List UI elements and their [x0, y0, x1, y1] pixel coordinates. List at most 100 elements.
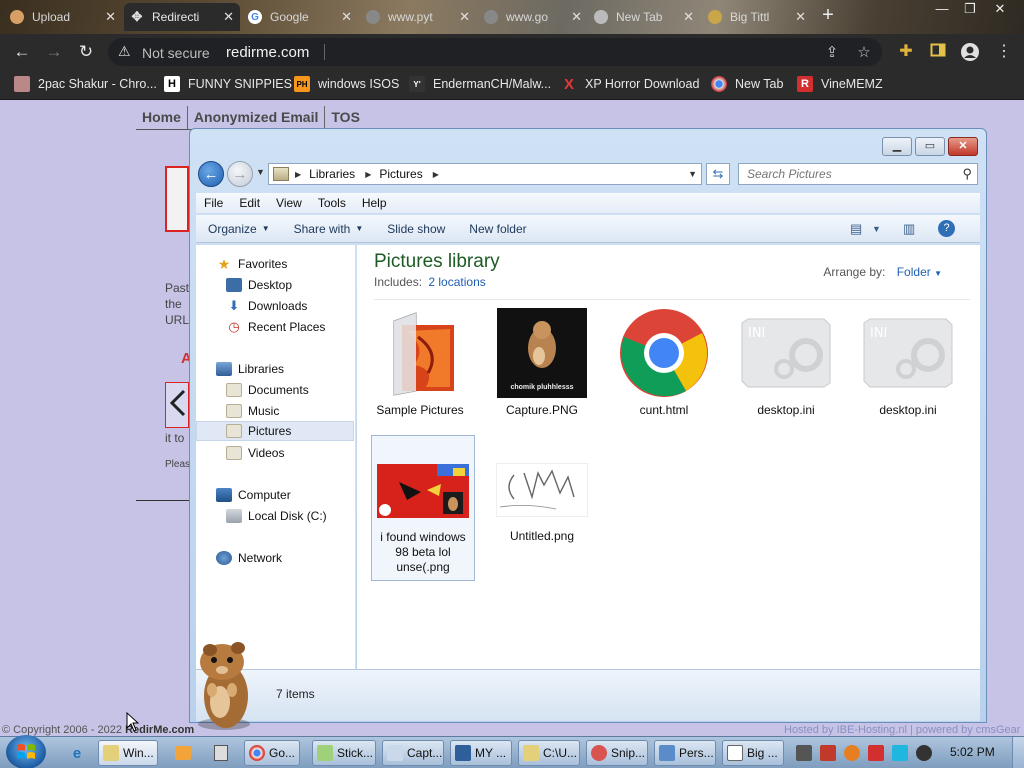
- nav-network[interactable]: Network: [216, 548, 282, 568]
- tab-newtab[interactable]: New Tab ✕: [588, 3, 700, 31]
- locations-link[interactable]: 2 locations: [428, 275, 485, 289]
- file-untitled-png[interactable]: Untitled.png: [490, 435, 594, 544]
- view-icon[interactable]: ▤: [850, 221, 862, 237]
- tray-volume-icon[interactable]: [916, 745, 932, 761]
- restore-icon[interactable]: ❐: [956, 0, 984, 20]
- nav-local-disk[interactable]: Local Disk (C:): [226, 506, 327, 526]
- nav-anonymized-email[interactable]: Anonymized Email: [188, 106, 326, 129]
- menu-file[interactable]: File: [196, 196, 231, 210]
- address-bar[interactable]: ⚠ Not secure redirme.com ⇪ ☆: [108, 38, 882, 66]
- start-button[interactable]: [6, 735, 46, 768]
- search-input[interactable]: [747, 164, 947, 184]
- file-sample-pictures[interactable]: Sample Pictures: [368, 305, 472, 418]
- back-icon[interactable]: ←: [10, 40, 34, 64]
- close-icon[interactable]: ✕: [341, 9, 352, 25]
- sidepanel-icon[interactable]: [928, 42, 948, 62]
- chevron-down-icon[interactable]: ▼: [872, 224, 881, 234]
- close-icon[interactable]: ✕: [571, 9, 582, 25]
- tab-big[interactable]: Big Tittl ✕: [702, 3, 812, 31]
- calculator-icon[interactable]: [208, 740, 234, 766]
- profile-icon[interactable]: [960, 42, 980, 62]
- taskbar-personalize[interactable]: Pers...: [654, 740, 716, 766]
- back-icon[interactable]: ←: [198, 161, 224, 187]
- minimize-icon[interactable]: ▁: [882, 137, 912, 156]
- forward-icon[interactable]: →: [227, 161, 253, 187]
- breadcrumb-libraries[interactable]: Libraries: [309, 167, 355, 181]
- close-icon[interactable]: ✕: [105, 9, 116, 25]
- warning-icon[interactable]: ⚠: [118, 43, 131, 60]
- internet-explorer-icon[interactable]: e: [64, 740, 90, 766]
- close-icon[interactable]: ✕: [795, 9, 806, 25]
- search-icon[interactable]: ⚲: [962, 166, 972, 182]
- file-windows98-png[interactable]: i found windows 98 beta lol unse(.png: [371, 435, 475, 581]
- reload-icon[interactable]: ↻: [74, 40, 98, 64]
- file-desktop-ini[interactable]: INI desktop.ini: [856, 305, 960, 418]
- nav-documents[interactable]: Documents: [226, 380, 309, 400]
- chevron-right-icon[interactable]: ▶: [365, 170, 371, 179]
- bookmark-funny-snippies[interactable]: H FUNNY SNIPPIES: [164, 76, 292, 92]
- tray-app-icon[interactable]: [796, 745, 812, 761]
- extensions-icon[interactable]: ✚: [896, 42, 916, 62]
- help-icon[interactable]: ?: [938, 220, 955, 237]
- taskbar-cmd[interactable]: C:\U...: [518, 740, 580, 766]
- bookmark-xp-horror[interactable]: X XP Horror Download: [561, 76, 699, 93]
- new-folder-button[interactable]: New folder: [457, 222, 538, 236]
- taskbar-sticky-notes[interactable]: Stick...: [312, 740, 376, 766]
- menu-view[interactable]: View: [268, 196, 310, 210]
- nav-libraries[interactable]: Libraries: [216, 359, 284, 379]
- bookmark-vinememz[interactable]: R VineMEMZ: [797, 76, 883, 92]
- menu-help[interactable]: Help: [354, 196, 395, 210]
- tray-search-icon[interactable]: [844, 745, 860, 761]
- tab-upload[interactable]: Upload ✕: [4, 3, 122, 31]
- share-icon[interactable]: ⇪: [824, 45, 840, 61]
- nav-recent-places[interactable]: ◷ Recent Places: [226, 317, 325, 337]
- chevron-right-icon[interactable]: ▶: [295, 170, 301, 179]
- slide-show-button[interactable]: Slide show: [375, 222, 457, 236]
- file-desktop-ini[interactable]: INI desktop.ini: [734, 305, 838, 418]
- nav-videos[interactable]: Videos: [226, 443, 284, 463]
- close-icon[interactable]: ✕: [459, 9, 470, 25]
- media-player-icon[interactable]: [170, 740, 196, 766]
- taskbar-mail[interactable]: MY ...: [450, 740, 512, 766]
- close-icon[interactable]: ✕: [948, 137, 978, 156]
- new-tab-button[interactable]: +: [818, 4, 838, 28]
- menu-edit[interactable]: Edit: [231, 196, 268, 210]
- close-icon[interactable]: ✕: [683, 9, 694, 25]
- recent-pages-icon[interactable]: ▼: [256, 167, 265, 177]
- nav-downloads[interactable]: ⬇ Downloads: [226, 296, 308, 316]
- tray-display-icon[interactable]: [892, 745, 908, 761]
- nav-computer[interactable]: Computer: [216, 485, 291, 505]
- chevron-down-icon[interactable]: ▼: [688, 169, 697, 179]
- tray-tools-icon[interactable]: [820, 745, 836, 761]
- tab-pyt[interactable]: www.pyt ✕: [360, 3, 476, 31]
- nav-favorites[interactable]: ★ Favorites: [216, 254, 288, 274]
- star-icon[interactable]: ☆: [856, 45, 872, 61]
- url-text[interactable]: redirme.com: [226, 44, 309, 61]
- file-capture-png[interactable]: chomik pluhhlesss Capture.PNG: [490, 305, 594, 418]
- tab-redirect[interactable]: ✥ Redirecti ✕: [124, 3, 240, 31]
- preview-pane-icon[interactable]: ▥: [903, 221, 915, 237]
- close-icon[interactable]: ✕: [223, 9, 234, 25]
- bookmark-new-tab[interactable]: New Tab: [711, 76, 783, 92]
- taskbar-explorer[interactable]: Win...: [98, 740, 158, 766]
- tab-google[interactable]: G Google ✕: [242, 3, 358, 31]
- tray-flag-icon[interactable]: [868, 745, 884, 761]
- menu-icon[interactable]: ⋮: [994, 42, 1014, 62]
- show-desktop-button[interactable]: [1012, 737, 1024, 768]
- arrange-dropdown[interactable]: Folder ▼: [897, 265, 942, 279]
- menu-tools[interactable]: Tools: [310, 196, 354, 210]
- share-with-button[interactable]: Share with ▼: [282, 222, 376, 236]
- arrow-icon[interactable]: [165, 382, 189, 428]
- taskbar-chrome[interactable]: Go...: [244, 740, 300, 766]
- taskbar-paint[interactable]: Capt...: [382, 740, 444, 766]
- bookmark-2pac[interactable]: 2pac Shakur - Chro...: [14, 76, 157, 92]
- refresh-icon[interactable]: ⇆: [706, 163, 730, 185]
- close-window-icon[interactable]: ✕: [986, 0, 1014, 20]
- nav-music[interactable]: Music: [226, 401, 279, 421]
- chevron-right-icon[interactable]: ▶: [433, 170, 439, 179]
- tab-go[interactable]: www.go ✕: [478, 3, 588, 31]
- search-box[interactable]: ⚲: [738, 163, 978, 185]
- maximize-icon[interactable]: ▭: [915, 137, 945, 156]
- file-html[interactable]: cunt.html: [612, 305, 716, 418]
- minimize-icon[interactable]: —: [928, 0, 956, 20]
